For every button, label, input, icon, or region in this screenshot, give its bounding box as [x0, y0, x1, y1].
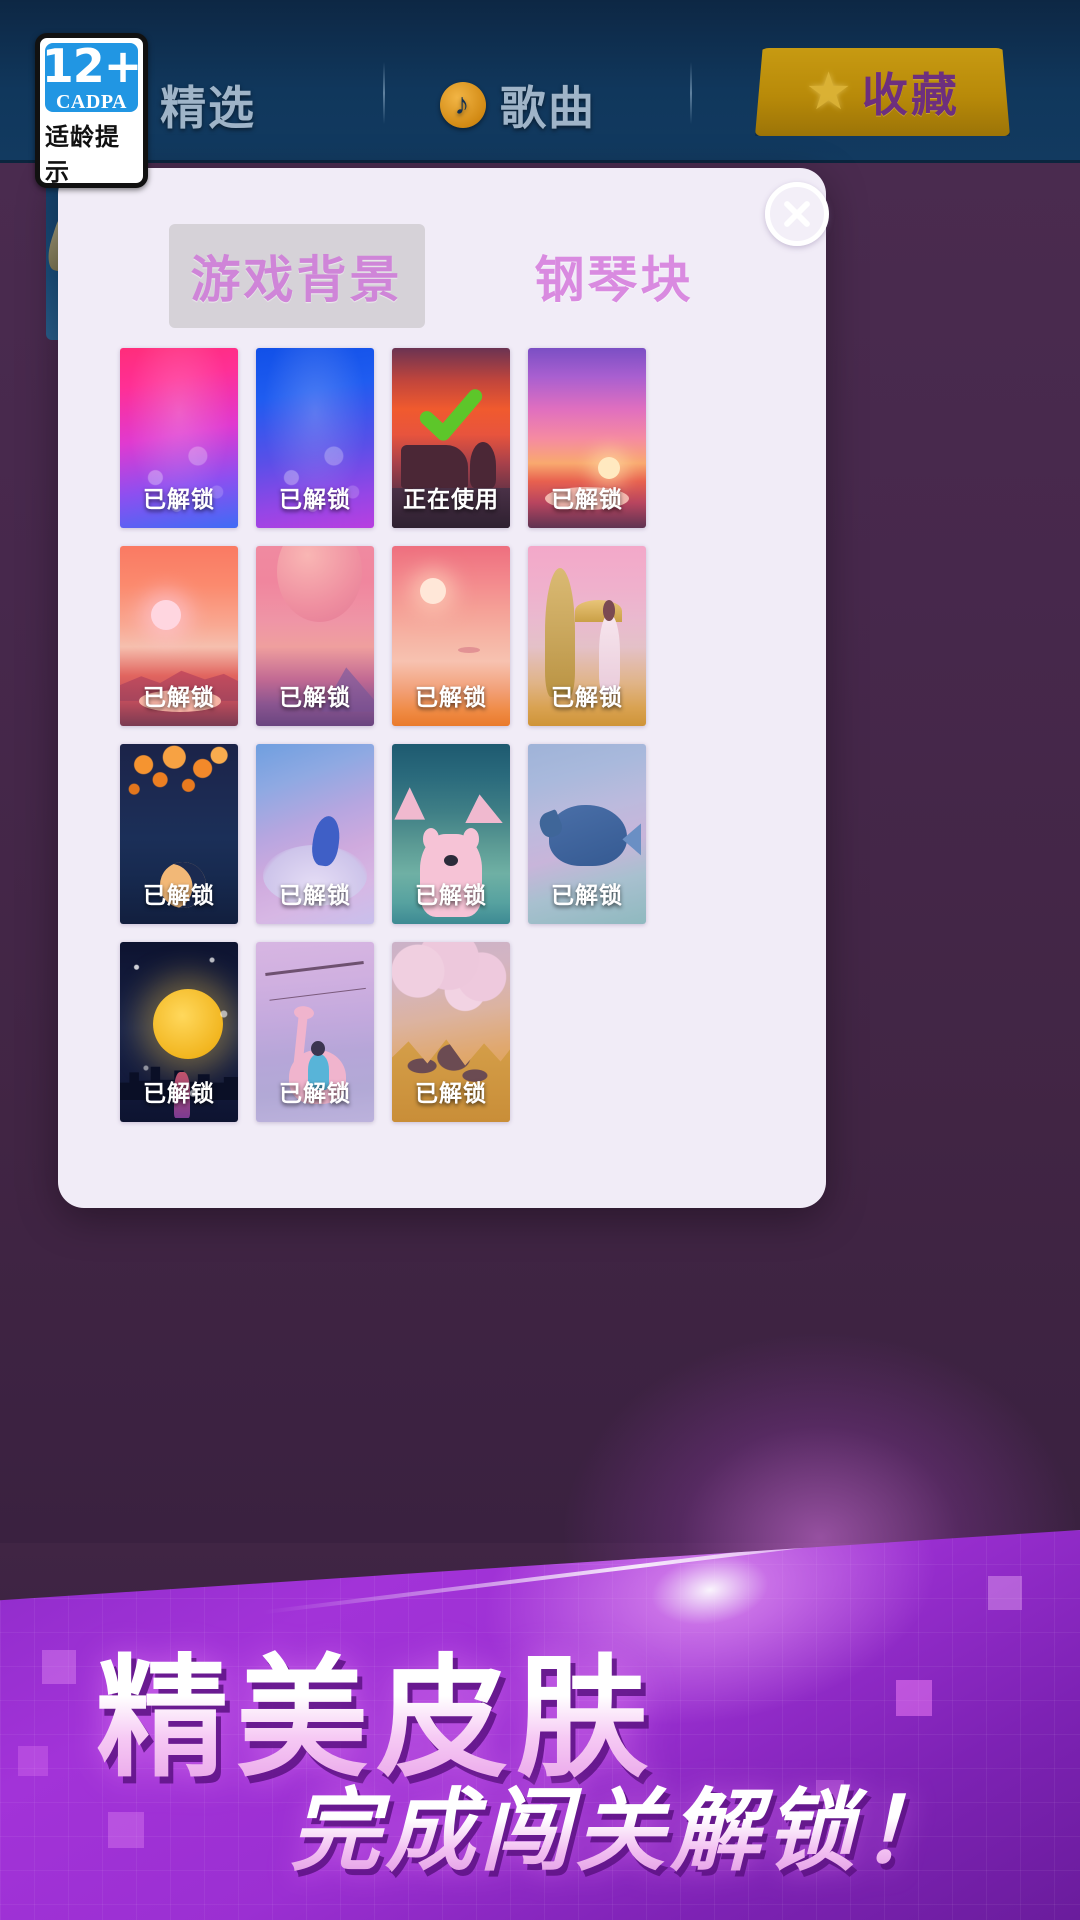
nav-item-songs[interactable]: ♪ 歌曲 [440, 72, 596, 138]
skin-status-label: 已解锁 [551, 486, 623, 512]
skin-status-label: 正在使用 [403, 486, 499, 512]
promo-decor-square [896, 1680, 932, 1716]
star-icon: ★ [805, 63, 852, 121]
age-rating-value: 12+ [41, 39, 143, 93]
skin-selection-dialog: 游戏背景 钢琴块 已解锁 已解锁 正在使用 已解锁 已解锁 已解锁 已解锁 已解… [58, 168, 829, 1208]
promo-subtitle: 完成闯关解锁！ [290, 1758, 955, 1888]
skin-item[interactable]: 已解锁 [256, 546, 374, 726]
skin-status-label: 已解锁 [143, 1080, 215, 1106]
promo-decor-square [42, 1650, 76, 1684]
tab-piano-tiles[interactable]: 钢琴块 [513, 224, 716, 328]
tab-game-background[interactable]: 游戏背景 [168, 224, 425, 328]
skin-item[interactable]: 已解锁 [120, 348, 238, 528]
age-rating-badge: 12+ CADPA 适龄提示 [35, 33, 148, 188]
promo-decor-square [108, 1812, 144, 1848]
nav-divider [383, 62, 385, 124]
skin-status-label: 已解锁 [143, 684, 215, 710]
nav-item-featured[interactable]: 精选 [160, 72, 256, 138]
nav-item-label: 精选 [160, 82, 256, 134]
nav-item-label: 收藏 [861, 69, 960, 121]
skin-status-label: 已解锁 [415, 882, 487, 908]
promo-decor-square [988, 1576, 1022, 1610]
nav-item-favorites[interactable]: ★ 收藏 [755, 48, 1010, 136]
artwork-girl [174, 1071, 190, 1119]
skin-item[interactable]: 已解锁 [120, 744, 238, 924]
artwork-clouds [392, 942, 510, 1040]
promo-banner: 精美皮肤 完成闯关解锁！ [0, 1530, 1080, 1920]
artwork-city-skyline [120, 1066, 238, 1101]
skin-item[interactable]: 已解锁 [392, 744, 510, 924]
checkmark-icon [419, 389, 483, 441]
top-navigation: 精选 ♪ 歌曲 ★ 收藏 [0, 0, 1080, 163]
artwork-moon [153, 988, 224, 1059]
skin-grid: 已解锁 已解锁 正在使用 已解锁 已解锁 已解锁 已解锁 已解锁 已解锁 已解锁… [120, 348, 764, 1122]
nav-divider [690, 62, 692, 124]
age-rating-badge-body: 12+ CADPA [42, 43, 142, 113]
skin-item[interactable]: 已解锁 [392, 942, 510, 1122]
promo-decor-square [18, 1746, 48, 1776]
artwork-bird [458, 646, 481, 653]
skin-status-label: 已解锁 [551, 882, 623, 908]
skin-item[interactable]: 已解锁 [256, 942, 374, 1122]
artwork-iceberg [394, 787, 426, 820]
skin-item[interactable]: 已解锁 [256, 744, 374, 924]
skin-item[interactable]: 已解锁 [528, 546, 646, 726]
skin-status-label: 已解锁 [551, 684, 623, 710]
artwork-whale [549, 805, 628, 867]
artwork-sun [598, 457, 621, 480]
skin-item[interactable]: 已解锁 [528, 348, 646, 528]
skin-status-label: 已解锁 [143, 486, 215, 512]
skin-item[interactable]: 已解锁 [256, 348, 374, 528]
artwork-umbrella [575, 600, 623, 622]
age-rating-note: 适龄提示 [45, 124, 120, 186]
skin-status-label: 已解锁 [279, 684, 351, 710]
skin-item[interactable]: 已解锁 [120, 942, 238, 1122]
skin-status-label: 已解锁 [279, 486, 351, 512]
skin-status-label: 已解锁 [415, 1080, 487, 1106]
skin-item[interactable]: 已解锁 [528, 744, 646, 924]
artwork-branch [265, 961, 365, 977]
skin-item-selected[interactable]: 正在使用 [392, 348, 510, 528]
artwork-planet [277, 546, 363, 622]
artwork-iceberg [465, 794, 503, 824]
age-rating-org: CADPA [55, 91, 127, 113]
skin-item[interactable]: 已解锁 [120, 546, 238, 726]
skin-item[interactable]: 已解锁 [392, 546, 510, 726]
artwork-sun [420, 578, 447, 605]
music-note-icon: ♪ [440, 82, 486, 128]
skin-status-label: 已解锁 [143, 882, 215, 908]
skin-status-label: 已解锁 [279, 882, 351, 908]
dialog-tabs: 游戏背景 钢琴块 [58, 224, 826, 328]
nav-item-label: 歌曲 [500, 82, 596, 134]
app-root: 精选 ♪ 歌曲 ★ 收藏 12+ CADPA 适龄提示 游戏背景 钢琴块 已解锁… [0, 0, 1080, 1920]
skin-status-label: 已解锁 [415, 684, 487, 710]
artwork-sun [150, 600, 181, 630]
skin-status-label: 已解锁 [279, 1080, 351, 1106]
